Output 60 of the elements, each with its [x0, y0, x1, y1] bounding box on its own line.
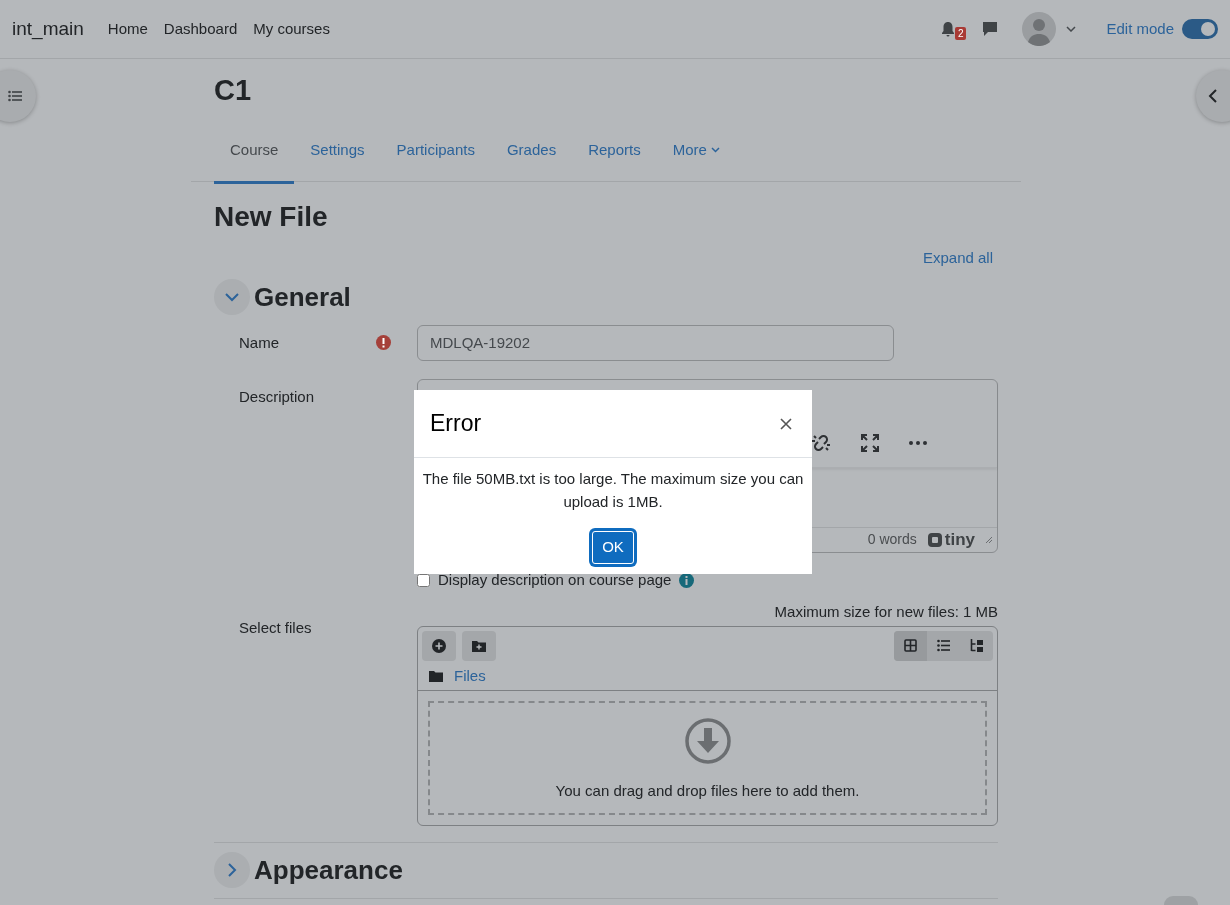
name-field[interactable]: MDLQA-19202 [417, 324, 894, 361]
ok-button[interactable]: OK [590, 529, 636, 566]
info-icon[interactable] [679, 572, 695, 588]
course-tab[interactable]: Reports [572, 119, 657, 184]
chat-icon[interactable] [982, 21, 999, 37]
field-label: Description [239, 387, 315, 405]
course-tab[interactable]: Participants [380, 119, 491, 184]
dialog-title: Error [430, 409, 482, 439]
drop-hint: You can drag and drop files here to add them. [555, 781, 860, 802]
site-name[interactable]: int_main [12, 14, 84, 44]
resize-handle-icon[interactable] [985, 535, 993, 544]
checkbox[interactable] [417, 573, 430, 587]
fullscreen-icon[interactable] [861, 434, 879, 453]
chevron-left-icon [1208, 89, 1218, 103]
required-icon [376, 335, 391, 351]
more-icon[interactable] [909, 441, 927, 446]
tree-icon [969, 639, 984, 653]
course-title: C1 [214, 73, 253, 108]
course-tab[interactable]: Course [214, 119, 295, 184]
logo-icon [926, 531, 943, 548]
list-icon [936, 639, 951, 653]
section-toggle[interactable] [214, 852, 250, 889]
field-label: Name [239, 332, 279, 353]
caret-icon [710, 147, 720, 154]
edit-mode-label: Edit mode [1106, 18, 1174, 39]
breadcrumb-link[interactable]: Files [454, 664, 486, 688]
unlink-icon[interactable] [811, 433, 831, 454]
word-count: 0 words [867, 530, 917, 550]
nav-link[interactable]: Dashboard [163, 17, 238, 41]
drop-zone[interactable]: You can drag and drop files here to add them. [428, 701, 987, 815]
notification-count: 2 [954, 26, 967, 40]
edit-mode-toggle[interactable] [1182, 19, 1218, 39]
section-title: General [254, 280, 351, 314]
section-toggle[interactable] [214, 279, 250, 316]
chevron-right-icon [225, 863, 239, 878]
download-icon [684, 718, 731, 765]
folder-plus-icon [472, 639, 486, 652]
brand-name: tiny [944, 529, 975, 552]
plus-circle-icon [432, 638, 446, 653]
page-title: New File [214, 199, 329, 234]
field-label: Select files [239, 619, 312, 637]
close-icon [780, 417, 792, 430]
grid-icon [903, 639, 918, 653]
checkbox-label: Display description on course page [438, 569, 672, 590]
course-tab[interactable]: More [656, 119, 736, 184]
nav-link[interactable]: Home [107, 17, 148, 41]
course-tab[interactable]: Settings [294, 119, 381, 184]
list-icon [8, 90, 22, 102]
nav-link[interactable]: My courses [253, 17, 330, 41]
add-file-button[interactable] [422, 630, 456, 661]
max-size-text: Maximum size for new files: 1 MB [774, 602, 998, 623]
dialog-message: The file 50MB.txt is too large. The maximum size you can upload is 1MB. [421, 469, 805, 512]
create-folder-button[interactable] [462, 630, 496, 661]
folder-icon [429, 670, 443, 682]
expand-all-link[interactable]: Expand all [922, 247, 993, 270]
caret-icon[interactable] [1066, 26, 1077, 32]
course-tab[interactable]: Grades [490, 119, 573, 184]
section-title: Appearance [254, 853, 403, 887]
bell-icon[interactable] [940, 21, 955, 37]
view-button[interactable] [894, 630, 927, 661]
